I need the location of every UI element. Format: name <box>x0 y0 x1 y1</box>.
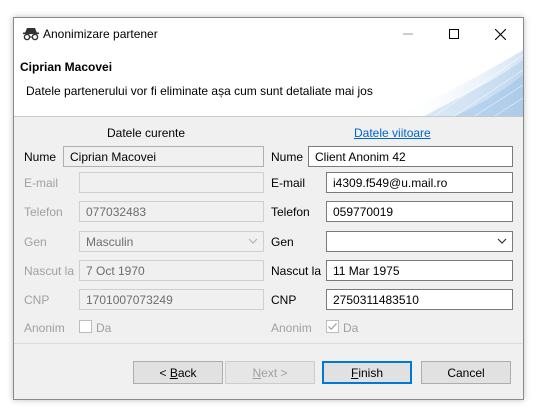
header-decoration <box>395 50 523 116</box>
future-nume-input[interactable]: Client Anonim 42 <box>308 146 513 167</box>
finish-button[interactable]: Finish <box>322 361 412 384</box>
future-telefon-input[interactable]: 059770019 <box>326 201 513 222</box>
current-anonim-checkbox-label: Da <box>96 321 112 335</box>
current-email-label: E-mail <box>24 176 59 190</box>
chevron-down-icon <box>497 238 507 244</box>
current-anonim-label: Anonim <box>24 321 65 335</box>
current-gen-label: Gen <box>24 235 47 249</box>
close-icon <box>494 28 506 40</box>
dialog-window: Anonimizare partener Ciprian Macovei Dat… <box>13 17 524 400</box>
current-cnp-field: 1701007073249 <box>79 289 264 310</box>
future-anonim-checkbox <box>326 320 339 333</box>
maximize-icon <box>449 29 459 39</box>
title-bar[interactable]: Anonimizare partener <box>14 18 523 50</box>
future-data-link[interactable]: Datele viitoare <box>354 126 431 140</box>
next-mnemonic: N <box>252 365 262 380</box>
form-body: Datele curente Datele viitoare Nume Cipr… <box>14 117 523 343</box>
future-email-input[interactable]: i4309.f549@u.mail.ro <box>326 172 513 193</box>
future-email-label: E-mail <box>271 176 306 190</box>
back-mnemonic: B <box>169 365 178 380</box>
current-telefon-field: 077032483 <box>79 201 264 222</box>
future-telefon-label: Telefon <box>271 205 310 219</box>
current-telefon-label: Telefon <box>24 205 63 219</box>
finish-rest: inish <box>358 365 384 380</box>
current-cnp-label: CNP <box>24 293 50 307</box>
next-button[interactable]: Next > <box>225 361 315 384</box>
current-gen-select: Masculin <box>79 231 264 252</box>
back-button[interactable]: < Back <box>133 361 223 384</box>
current-nascut-field: 7 Oct 1970 <box>79 260 264 281</box>
current-nume-field: Ciprian Macovei <box>63 146 264 167</box>
current-data-heading: Datele curente <box>107 126 186 140</box>
minimize-icon <box>403 33 413 35</box>
partner-name-heading: Ciprian Macovei <box>20 60 113 74</box>
next-rest: ext > <box>261 365 288 380</box>
current-nume-label: Nume <box>24 150 57 164</box>
checkmark-icon <box>328 323 337 331</box>
future-nume-label: Nume <box>271 150 304 164</box>
current-nascut-label: Nascut la <box>24 264 75 278</box>
future-gen-label: Gen <box>271 235 294 249</box>
cancel-button[interactable]: Cancel <box>421 361 511 384</box>
spy-icon <box>22 27 40 41</box>
future-gen-select[interactable] <box>326 231 513 252</box>
back-prefix: < <box>159 365 170 380</box>
close-button[interactable] <box>477 18 523 50</box>
future-nascut-input[interactable]: 11 Mar 1975 <box>326 260 513 281</box>
current-anonim-checkbox <box>79 320 92 333</box>
future-cnp-label: CNP <box>271 293 297 307</box>
future-nascut-label: Nascut la <box>271 264 322 278</box>
finish-mnemonic: F <box>350 365 359 380</box>
maximize-button[interactable] <box>431 18 477 50</box>
back-rest: ack <box>177 365 197 380</box>
current-email-field <box>79 172 264 193</box>
future-anonim-label: Anonim <box>271 321 312 335</box>
future-cnp-input[interactable]: 2750311483510 <box>326 289 513 310</box>
future-anonim-checkbox-label: Da <box>343 321 359 335</box>
current-gen-value: Masculin <box>86 235 134 249</box>
wizard-header: Ciprian Macovei Datele partenerului vor … <box>14 50 523 117</box>
minimize-button[interactable] <box>385 18 431 50</box>
window-title: Anonimizare partener <box>43 27 158 41</box>
wizard-footer: < Back Next > Finish Cancel <box>14 343 523 399</box>
header-description: Datele partenerului vor fi eliminate așa… <box>26 84 373 98</box>
chevron-down-icon <box>248 238 258 244</box>
